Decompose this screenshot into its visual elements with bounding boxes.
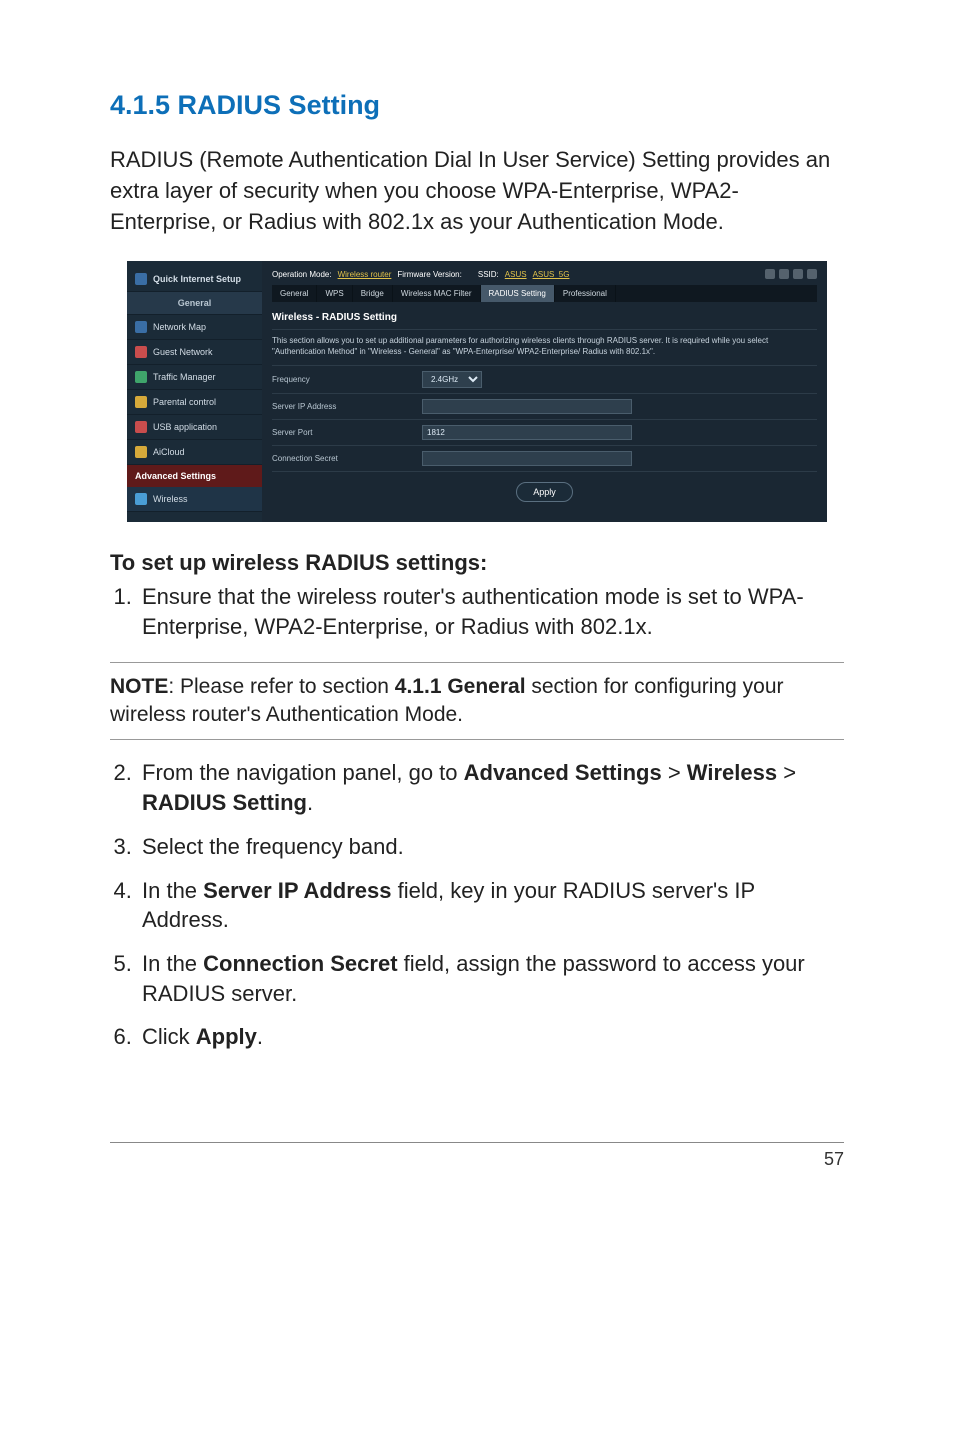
sidebar-header-advanced: Advanced Settings	[127, 465, 262, 487]
form-row-server-port: Server Port	[272, 420, 817, 446]
step-bold: Connection Secret	[203, 951, 397, 976]
server-ip-label: Server IP Address	[272, 402, 422, 411]
sidebar-item-wireless[interactable]: Wireless	[127, 487, 262, 512]
tab-wireless-mac-filter[interactable]: Wireless MAC Filter	[393, 285, 481, 302]
sidebar-item-network-map[interactable]: Network Map	[127, 315, 262, 340]
print-icon[interactable]	[807, 269, 817, 279]
sidebar-item-usb-application[interactable]: USB application	[127, 415, 262, 440]
step-text: In the	[142, 878, 203, 903]
apply-button[interactable]: Apply	[516, 482, 573, 502]
step-4: In the Server IP Address field, key in y…	[138, 876, 844, 935]
sidebar-item-label: Quick Internet Setup	[153, 274, 241, 284]
step-2: From the navigation panel, go to Advance…	[138, 758, 844, 817]
ssid-label: SSID:	[478, 270, 499, 279]
router-ui-screenshot: Quick Internet Setup General Network Map…	[127, 261, 827, 522]
network-icon	[135, 321, 147, 333]
frequency-label: Frequency	[272, 375, 422, 384]
step-3: Select the frequency band.	[138, 832, 844, 862]
wireless-tabs: General WPS Bridge Wireless MAC Filter R…	[272, 285, 817, 302]
router-sidebar: Quick Internet Setup General Network Map…	[127, 261, 262, 522]
router-topbar: Operation Mode: Wireless router Firmware…	[272, 267, 817, 285]
server-ip-input[interactable]	[422, 399, 632, 414]
sidebar-item-label: Guest Network	[153, 347, 213, 357]
people-icon	[135, 346, 147, 358]
tab-professional[interactable]: Professional	[555, 285, 616, 302]
sidebar-item-label: USB application	[153, 422, 217, 432]
wifi-icon	[135, 493, 147, 505]
step-bold: Apply	[196, 1024, 257, 1049]
sidebar-item-label: Wireless	[153, 494, 188, 504]
tab-radius-setting[interactable]: RADIUS Setting	[481, 285, 555, 302]
step-text: >	[662, 760, 687, 785]
step-6: Click Apply.	[138, 1022, 844, 1052]
opmode-label: Operation Mode:	[272, 270, 332, 279]
step-text: In the	[142, 951, 203, 976]
connection-secret-label: Connection Secret	[272, 454, 422, 463]
note-bold: 4.1.1 General	[395, 675, 526, 698]
sidebar-item-aicloud[interactable]: AiCloud	[127, 440, 262, 465]
step-1: Ensure that the wireless router's authen…	[138, 582, 844, 641]
step-text: Click	[142, 1024, 196, 1049]
panel-description: This section allows you to set up additi…	[272, 330, 817, 366]
step-5: In the Connection Secret field, assign t…	[138, 949, 844, 1008]
wand-icon	[135, 273, 147, 285]
step-bold: Advanced Settings	[464, 760, 662, 785]
step-bold: RADIUS Setting	[142, 790, 307, 815]
panel-title: Wireless - RADIUS Setting	[272, 302, 817, 330]
tab-bridge[interactable]: Bridge	[353, 285, 393, 302]
sidebar-item-label: AiCloud	[153, 447, 185, 457]
sidebar-item-label: Traffic Manager	[153, 372, 216, 382]
step-text: >	[777, 760, 796, 785]
note-label: NOTE	[110, 675, 168, 698]
opmode-value[interactable]: Wireless router	[338, 270, 392, 279]
step-bold: Server IP Address	[203, 878, 391, 903]
server-port-label: Server Port	[272, 428, 422, 437]
connection-secret-input[interactable]	[422, 451, 632, 466]
usb-icon	[135, 421, 147, 433]
step-text: From the navigation panel, go to	[142, 760, 464, 785]
intro-paragraph: RADIUS (Remote Authentication Dial In Us…	[110, 145, 844, 237]
ssid-value-2[interactable]: ASUS_5G	[533, 270, 570, 279]
sidebar-item-guest-network[interactable]: Guest Network	[127, 340, 262, 365]
section-heading: 4.1.5 RADIUS Setting	[110, 90, 844, 121]
frequency-select[interactable]: 2.4GHz	[422, 371, 482, 388]
form-row-frequency: Frequency 2.4GHz	[272, 366, 817, 394]
sidebar-item-parental-control[interactable]: Parental control	[127, 390, 262, 415]
tab-general[interactable]: General	[272, 285, 317, 302]
server-port-input[interactable]	[422, 425, 632, 440]
lock-icon	[135, 396, 147, 408]
sidebar-item-label: Network Map	[153, 322, 206, 332]
note-box: NOTE: Please refer to section 4.1.1 Gene…	[110, 662, 844, 741]
note-text-pre: : Please refer to section	[168, 675, 394, 698]
sidebar-item-quick-internet-setup[interactable]: Quick Internet Setup	[127, 267, 262, 292]
form-row-server-ip: Server IP Address	[272, 394, 817, 420]
router-main-panel: Operation Mode: Wireless router Firmware…	[262, 261, 827, 522]
step-bold: Wireless	[687, 760, 777, 785]
cloud-icon	[135, 446, 147, 458]
sidebar-header-general: General	[127, 292, 262, 315]
pulse-icon	[135, 371, 147, 383]
logout-icon[interactable]	[765, 269, 775, 279]
tab-wps[interactable]: WPS	[317, 285, 352, 302]
form-row-connection-secret: Connection Secret	[272, 446, 817, 472]
step-text: .	[307, 790, 313, 815]
ssid-value-1[interactable]: ASUS	[505, 270, 527, 279]
language-icon[interactable]	[793, 269, 803, 279]
fw-label: Firmware Version:	[397, 270, 461, 279]
sidebar-item-traffic-manager[interactable]: Traffic Manager	[127, 365, 262, 390]
sidebar-item-label: Parental control	[153, 397, 216, 407]
topbar-icons	[765, 269, 817, 279]
reboot-icon[interactable]	[779, 269, 789, 279]
step-text: .	[257, 1024, 263, 1049]
footer-divider	[110, 1142, 844, 1143]
page-number: 57	[110, 1149, 844, 1170]
steps-heading: To set up wireless RADIUS settings:	[110, 550, 844, 576]
